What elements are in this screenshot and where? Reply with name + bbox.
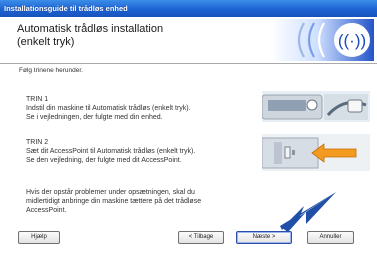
help-button[interactable]: Hjælp	[18, 231, 60, 244]
step-2: TRIN 2 Sæt dit AccessPoint til Automatis…	[26, 138, 256, 165]
step-2-line1: Sæt dit AccessPoint til Automatisk trådl…	[26, 148, 196, 155]
note-line1: Hvis der opstår problemer under opsætnin…	[26, 189, 195, 196]
back-button[interactable]: < Tilbage	[178, 231, 224, 244]
troubleshooting-note: Hvis der opstår problemer under opsætnin…	[26, 188, 261, 215]
wireless-signal-icon: ((·))	[270, 19, 374, 61]
note-line3: AccessPoint.	[26, 207, 67, 214]
wizard-header: Automatisk trådløs installation (enkelt …	[0, 17, 377, 64]
step-1-title: TRIN 1	[26, 96, 49, 103]
window-title-bar: Installationsguide til trådløs enhed	[0, 0, 377, 17]
step-1-line1: Indstil din maskine til Automatisk trådl…	[26, 105, 191, 112]
machine-button-illustration	[262, 91, 370, 122]
page-title-line2: (enkelt tryk)	[17, 36, 75, 48]
accesspoint-illustration	[262, 134, 370, 171]
window-title: Installationsguide til trådløs enhed	[4, 4, 128, 13]
intro-text: Følg trinene herunder.	[19, 67, 83, 74]
note-line2: midlertidigt anbringe din maskine tætter…	[26, 198, 202, 205]
page-title-line1: Automatisk trådløs installation	[17, 23, 164, 35]
step-2-title: TRIN 2	[26, 139, 49, 146]
step-1-line2: Se i vejledningen, der fulgte med din en…	[26, 114, 163, 121]
pointer-arrow-icon	[280, 192, 336, 232]
page-title: Automatisk trådløs installation (enkelt …	[17, 23, 237, 49]
svg-text:((·)): ((·))	[338, 31, 366, 50]
step-1: TRIN 1 Indstil din maskine til Automatis…	[26, 95, 256, 122]
step-2-line2: Se den vejledning, der fulgte med dit Ac…	[26, 157, 182, 164]
